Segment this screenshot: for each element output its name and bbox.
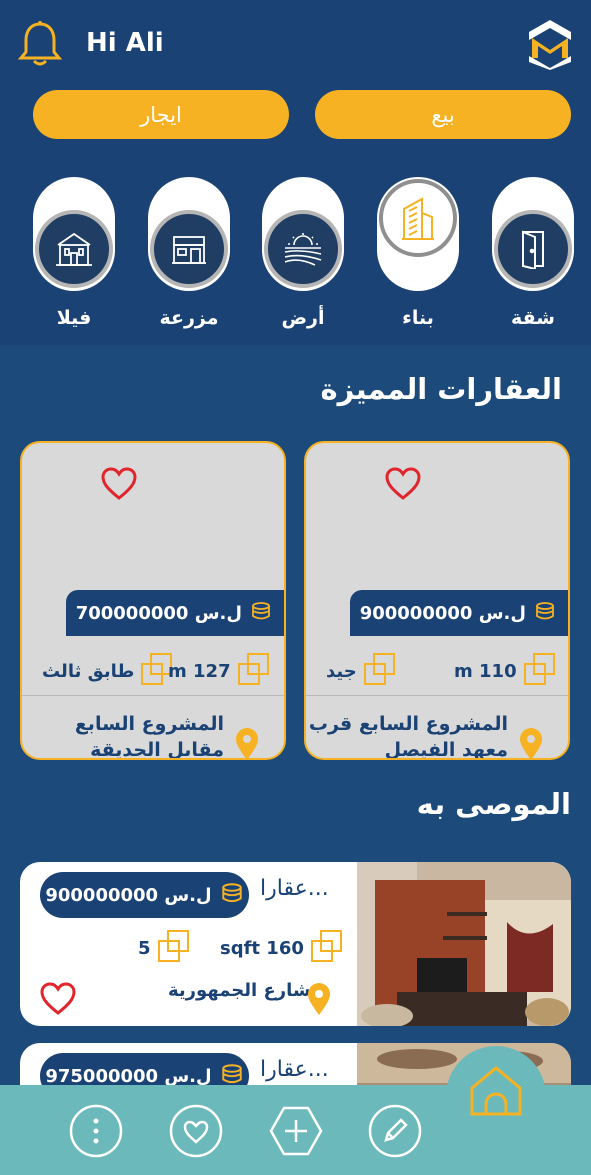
price-tag: 900000000 ل.س: [349, 590, 568, 636]
location-pin-icon: [518, 727, 544, 758]
category-label-villa: فيلا: [56, 307, 92, 329]
rooms-squares-icon: [157, 929, 191, 968]
area-squares-icon: [523, 652, 557, 691]
size-squares-icon: [363, 652, 397, 691]
property-title: عقارا...: [260, 876, 329, 901]
price-text: 900000000 ل.س: [359, 602, 526, 624]
favorite-heart-icon[interactable]: [101, 467, 137, 501]
apartment-door-icon: [494, 210, 572, 288]
price-pill: 900000000 ل.س: [40, 872, 249, 918]
price-text: 700000000 ل.س: [75, 602, 242, 624]
coins-icon: [250, 601, 272, 626]
area-squares-icon: [310, 929, 344, 968]
feature-area: sqft 160: [220, 929, 344, 968]
card-divider: [22, 695, 284, 696]
area-text: sqft 160: [220, 937, 304, 959]
property-photo: [357, 862, 571, 1026]
category-label-land: أرض: [281, 307, 325, 329]
address-text: المشروع السابع مقابل الحديقة: [74, 713, 224, 760]
price-text: 900000000 ل.س: [45, 884, 212, 906]
more-options-icon[interactable]: [68, 1103, 124, 1159]
area-squares-icon: [237, 652, 271, 691]
greeting-text: Hi Ali: [86, 28, 164, 58]
feature-floor: طابق ثالث: [42, 652, 174, 689]
coins-icon: [534, 601, 556, 626]
building-icon: [379, 179, 457, 257]
recommended-card[interactable]: عقارا... 900000000 ل.س 5 sqft 160 شارع ا…: [20, 862, 571, 1026]
feature-area: m 110: [454, 652, 557, 691]
category-label-apartment: شقة: [511, 307, 555, 329]
edit-pencil-icon[interactable]: [367, 1103, 423, 1159]
category-building[interactable]: [377, 177, 459, 291]
category-land[interactable]: [262, 177, 344, 291]
notification-bell-icon[interactable]: [17, 20, 63, 68]
rent-filter-button[interactable]: ايجار: [33, 90, 289, 139]
feature-area: m 127: [168, 652, 271, 691]
farm-icon: [150, 210, 228, 288]
category-label-farm: مزرعة: [159, 307, 219, 329]
floor-text: طابق ثالث: [42, 660, 135, 682]
brand-logo-icon: [526, 18, 574, 70]
favorite-heart-icon[interactable]: [385, 467, 421, 501]
rooms-text: 5: [138, 937, 151, 959]
location-pin-icon: [234, 727, 260, 758]
category-villa[interactable]: [33, 177, 115, 291]
favorite-heart-icon[interactable]: [40, 982, 76, 1016]
area-text: m 110: [454, 660, 517, 682]
category-label-building: بناء: [402, 307, 434, 329]
property-title: عقارا...: [260, 1057, 329, 1082]
land-icon: [264, 210, 342, 288]
category-farm[interactable]: [148, 177, 230, 291]
sale-filter-button[interactable]: بيع: [315, 90, 571, 139]
featured-section-title: العقارات المميزة: [320, 372, 562, 406]
coins-icon: [220, 882, 244, 909]
recommended-section-title: الموصى به: [416, 787, 571, 821]
featured-card[interactable]: 700000000 ل.س طابق ثالث m 127 المشروع ال…: [20, 441, 286, 760]
street-text: شارع الجمهورية: [168, 980, 311, 1001]
add-property-icon[interactable]: [268, 1103, 324, 1159]
villa-icon: [35, 210, 113, 288]
address-text: المشروع السابع قرب معهد الفيصل: [308, 713, 508, 760]
home-icon[interactable]: [468, 1064, 524, 1120]
feature-condition: جيد: [326, 652, 397, 691]
price-text: 975000000 ل.س: [45, 1065, 212, 1087]
location-pin-icon: [306, 982, 332, 1016]
card-divider: [306, 695, 568, 696]
category-apartment[interactable]: [492, 177, 574, 291]
favorites-heart-icon[interactable]: [168, 1103, 224, 1159]
feature-rooms: 5: [138, 929, 191, 968]
featured-card[interactable]: 900000000 ل.س جيد m 110 المشروع السابع ق…: [304, 441, 570, 760]
price-tag: 700000000 ل.س: [65, 590, 284, 636]
area-text: m 127: [168, 660, 231, 682]
condition-text: جيد: [326, 660, 357, 682]
